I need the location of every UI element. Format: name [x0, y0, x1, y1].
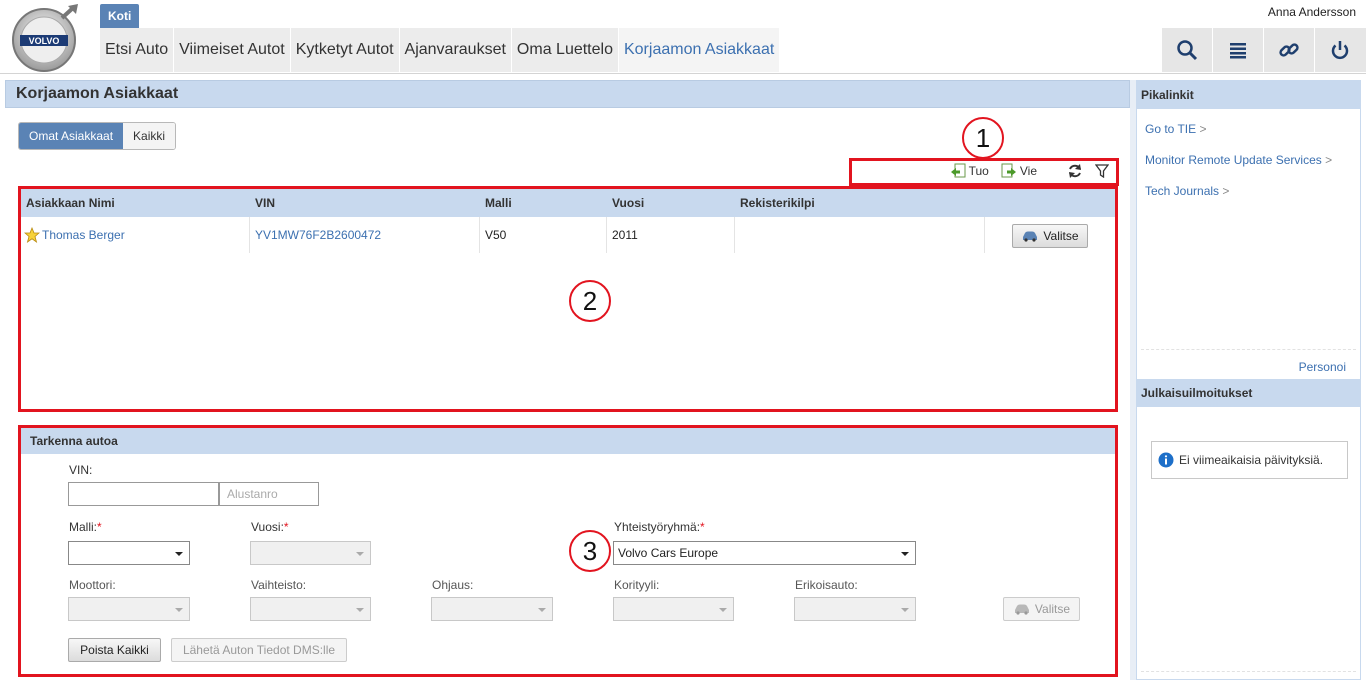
export-label: Vie: [1019, 164, 1037, 178]
nav-search-car[interactable]: Etsi Auto: [100, 28, 175, 72]
favorite-star-icon: [24, 227, 40, 243]
toolbar: [1161, 28, 1366, 72]
refresh-icon[interactable]: [1067, 163, 1083, 179]
customer-table: Asiakkaan Nimi VIN Malli Vuosi Rekisteri…: [18, 186, 1118, 412]
car-icon: [1023, 231, 1038, 242]
personalize-link[interactable]: Personoi: [1299, 360, 1346, 374]
special-select[interactable]: [794, 597, 916, 621]
own-customers-button[interactable]: Omat Asiakkaat: [19, 123, 124, 149]
gearbox-label: Vaihteisto:: [251, 578, 307, 592]
user-name[interactable]: Anna Andersson: [1268, 5, 1356, 19]
main-panel: Korjaamon Asiakkaat Omat Asiakkaat Kaikk…: [5, 80, 1130, 680]
year-select[interactable]: [250, 541, 371, 565]
nav-workshop-customers[interactable]: Korjaamon Asiakkaat: [618, 28, 781, 72]
required-mark: *: [700, 520, 705, 534]
export-button[interactable]: Vie: [1001, 163, 1037, 179]
filter-icon[interactable]: [1095, 164, 1109, 178]
engine-label: Moottori:: [69, 578, 116, 592]
model-label: Malli:: [69, 520, 98, 534]
select-car-label: Valitse: [1043, 229, 1079, 243]
model-select[interactable]: [68, 541, 190, 565]
page-title: Korjaamon Asiakkaat: [5, 80, 1130, 108]
required-mark: *: [283, 520, 289, 534]
refine-car-panel: Tarkenna autoa VIN: Alustanro Malli:* Vu…: [18, 425, 1118, 677]
callout-2: 2: [569, 280, 611, 322]
table-row[interactable]: Thomas Berger YV1MW76F2B2600472 V50 2011: [21, 217, 1115, 253]
refine-select-button[interactable]: Valitse: [1003, 597, 1080, 621]
sidebar: Pikalinkit Go to TIE > Monitor Remote Up…: [1136, 80, 1361, 680]
callout-3: 3: [569, 530, 611, 572]
no-updates-text: Ei viimeaikaisia päivityksiä.: [1179, 453, 1324, 467]
col-model[interactable]: Malli: [480, 189, 607, 217]
year-cell: 2011: [607, 217, 735, 253]
power-icon[interactable]: [1314, 28, 1365, 72]
col-vin[interactable]: VIN: [250, 189, 480, 217]
vin-link[interactable]: YV1MW76F2B2600472: [250, 217, 480, 253]
nav-appointments[interactable]: Ajanvaraukset: [400, 28, 512, 72]
send-to-dms-button[interactable]: Lähetä Auton Tiedot DMS:lle: [171, 638, 347, 662]
gearbox-select[interactable]: [250, 597, 371, 621]
table-actions: Tuo Vie: [851, 158, 1119, 184]
body-select[interactable]: [613, 597, 734, 621]
callout-1: 1: [962, 117, 1004, 159]
clear-all-button[interactable]: Poista Kaikki: [68, 638, 161, 662]
import-button[interactable]: Tuo: [950, 163, 989, 179]
steering-label: Ohjaus:: [432, 578, 474, 592]
main-nav: Etsi Auto Viimeiset Autot Kytketyt Autot…: [100, 28, 781, 72]
top-bar: VOLVO Koti Anna Andersson Etsi Auto Viim…: [0, 0, 1366, 74]
quicklinks-title: Pikalinkit: [1137, 81, 1360, 109]
col-name[interactable]: Asiakkaan Nimi: [21, 189, 250, 217]
customer-name-link[interactable]: Thomas Berger: [42, 217, 125, 253]
all-customers-button[interactable]: Kaikki: [123, 123, 176, 149]
home-tab[interactable]: Koti: [100, 4, 140, 28]
engine-select[interactable]: [68, 597, 190, 621]
list-icon[interactable]: [1212, 28, 1263, 72]
special-label: Erikoisauto:: [795, 578, 858, 592]
group-label: Yhteistyöryhmä:: [614, 520, 701, 534]
group-value: Volvo Cars Europe: [618, 546, 719, 560]
customer-filter-toggle: Omat Asiakkaat Kaikki: [18, 122, 177, 150]
volvo-logo[interactable]: VOLVO: [10, 4, 82, 72]
nav-recent-cars[interactable]: Viimeiset Autot: [174, 28, 291, 72]
info-icon: [1158, 452, 1174, 468]
vin-input[interactable]: [68, 482, 219, 506]
quicklink-remote-update[interactable]: Monitor Remote Update Services >: [1145, 153, 1332, 167]
import-label: Tuo: [968, 164, 989, 178]
col-year[interactable]: Vuosi: [607, 189, 735, 217]
divider: [1141, 671, 1356, 672]
divider: [1141, 349, 1356, 350]
refine-title: Tarkenna autoa: [21, 428, 1115, 454]
export-icon: [1001, 163, 1016, 178]
plate-cell: [735, 217, 985, 253]
group-select[interactable]: Volvo Cars Europe: [613, 541, 916, 565]
year-label: Vuosi:: [251, 520, 284, 534]
link-icon[interactable]: [1263, 28, 1314, 72]
select-car-button[interactable]: Valitse: [1012, 224, 1088, 248]
quicklink-tech-journals[interactable]: Tech Journals >: [1145, 184, 1229, 198]
car-icon: [1014, 604, 1029, 615]
required-mark: *: [97, 520, 102, 534]
body-label: Korityyli:: [614, 578, 660, 592]
table-header: Asiakkaan Nimi VIN Malli Vuosi Rekisteri…: [21, 189, 1115, 217]
quicklink-tie[interactable]: Go to TIE >: [1145, 122, 1207, 136]
no-updates-notice: Ei viimeaikaisia päivityksiä.: [1151, 441, 1348, 479]
import-icon: [950, 163, 966, 178]
chassis-number-input[interactable]: Alustanro: [219, 482, 319, 506]
releases-title: Julkaisuilmoitukset: [1137, 379, 1360, 407]
nav-connected-cars[interactable]: Kytketyt Autot: [291, 28, 400, 72]
search-icon[interactable]: [1161, 28, 1212, 72]
logo-text: VOLVO: [29, 36, 60, 46]
steering-select[interactable]: [431, 597, 553, 621]
nav-own-list[interactable]: Oma Luettelo: [512, 28, 619, 72]
col-plate[interactable]: Rekisterikilpi: [735, 189, 985, 217]
vin-label: VIN:: [69, 463, 93, 477]
model-cell: V50: [480, 217, 607, 253]
refine-select-label: Valitse: [1034, 602, 1071, 616]
